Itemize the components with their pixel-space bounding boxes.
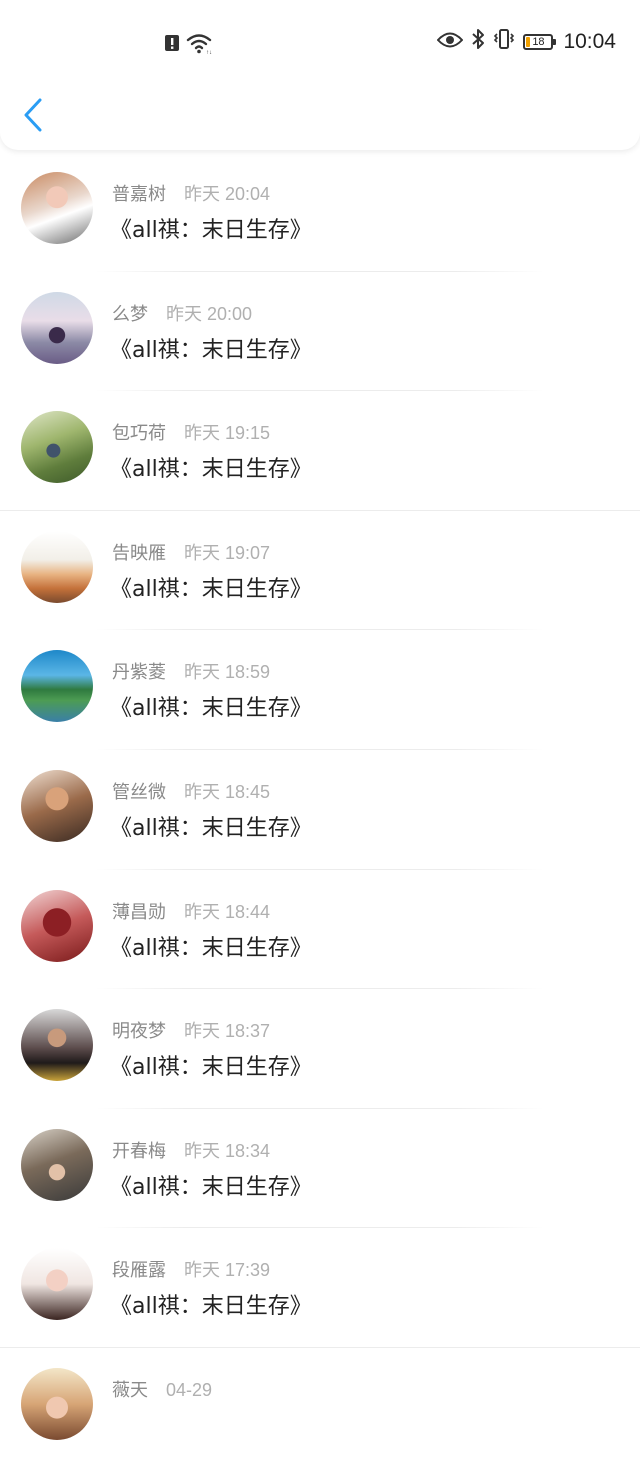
battery-icon: 18 <box>523 33 557 50</box>
message-time: 昨天 18:37 <box>184 1021 271 1042</box>
message-row[interactable]: 丹紫菱 昨天 18:59 《all祺：末日生存》 <box>0 630 640 750</box>
bluetooth-icon <box>471 28 485 55</box>
message-meta: 段雁露 昨天 17:39 <box>112 1256 270 1282</box>
message-row[interactable]: 薄昌勋 昨天 18:44 《all祺：末日生存》 <box>0 870 640 990</box>
vibrate-icon <box>493 28 515 55</box>
message-time: 昨天 18:44 <box>184 901 271 922</box>
avatar[interactable] <box>21 889 93 962</box>
clock: 10:04 <box>563 29 616 53</box>
sender-name: 薇天 <box>112 1379 148 1401</box>
message-meta: 么梦 昨天 20:00 <box>112 300 252 326</box>
sender-name: 包巧荷 <box>112 423 166 445</box>
message-meta: 开春梅 昨天 18:34 <box>112 1137 270 1163</box>
avatar[interactable] <box>21 291 93 364</box>
chevron-left-icon <box>24 98 42 132</box>
message-text: 《all祺：末日生存》 <box>110 935 312 961</box>
sender-name: 开春梅 <box>112 1140 166 1162</box>
avatar[interactable] <box>21 1367 93 1440</box>
message-text: 《all祺：末日生存》 <box>110 1294 312 1320</box>
message-meta: 薇天 04-29 <box>112 1376 212 1402</box>
eye-icon <box>437 30 464 54</box>
sender-name: 管丝微 <box>112 781 166 803</box>
message-row[interactable]: 明夜梦 昨天 18:37 《all祺：末日生存》 <box>0 989 640 1109</box>
message-meta: 丹紫菱 昨天 18:59 <box>112 658 270 684</box>
svg-text:↑↓: ↑↓ <box>206 50 212 54</box>
message-time: 昨天 18:34 <box>184 1140 271 1161</box>
message-row[interactable]: 包巧荷 昨天 19:15 《all祺：末日生存》 <box>0 391 640 511</box>
message-time: 昨天 20:00 <box>166 303 253 324</box>
message-meta: 管丝微 昨天 18:45 <box>112 778 270 804</box>
message-text: 《all祺：末日生存》 <box>110 1055 312 1081</box>
message-meta: 明夜梦 昨天 18:37 <box>112 1017 270 1043</box>
message-text: 《all祺：末日生存》 <box>110 696 312 722</box>
message-list: 普嘉树 昨天 20:04 《all祺：末日生存》 么梦 昨天 20:00 《all祺… <box>0 152 640 1468</box>
message-row[interactable]: 么梦 昨天 20:00 《all祺：末日生存》 <box>0 272 640 392</box>
message-row[interactable]: 告映雁 昨天 19:07 《all祺：末日生存》 <box>0 511 640 631</box>
sender-name: 普嘉树 <box>112 184 166 205</box>
avatar[interactable] <box>21 1248 93 1321</box>
avatar[interactable] <box>21 172 93 244</box>
message-time: 昨天 20:04 <box>184 184 271 204</box>
sender-name: 段雁露 <box>112 1260 166 1282</box>
status-left: ↑↓ <box>164 32 212 58</box>
back-button[interactable] <box>18 96 54 136</box>
message-time: 昨天 18:59 <box>184 662 271 683</box>
message-text: 《all祺：末日生存》 <box>110 457 312 483</box>
wifi-icon: ↑↓ <box>186 32 212 58</box>
avatar[interactable] <box>21 769 93 842</box>
avatar[interactable] <box>21 530 93 603</box>
status-right: 18 10:04 <box>437 28 616 55</box>
sender-name: 明夜梦 <box>112 1021 166 1043</box>
message-time: 昨天 18:45 <box>184 781 271 802</box>
sender-name: 么梦 <box>112 303 148 325</box>
battery-level: 18 <box>532 35 545 48</box>
sender-name: 薄昌勋 <box>112 901 166 923</box>
message-row[interactable]: 管丝微 昨天 18:45 《all祺：末日生存》 <box>0 750 640 870</box>
message-meta: 告映雁 昨天 19:07 <box>112 539 270 565</box>
sender-name: 丹紫菱 <box>112 662 166 684</box>
message-text: 《all祺：末日生存》 <box>110 815 312 841</box>
message-text: 《all祺：末日生存》 <box>110 337 312 363</box>
message-meta: 薄昌勋 昨天 18:44 <box>112 898 270 924</box>
avatar[interactable] <box>21 411 93 484</box>
sender-name: 告映雁 <box>112 542 166 564</box>
message-text: 《all祺：末日生存》 <box>110 1174 312 1200</box>
message-meta: 包巧荷 昨天 19:15 <box>112 419 270 445</box>
message-time: 昨天 19:07 <box>184 542 271 563</box>
message-meta: 普嘉树 昨天 20:04 <box>112 180 270 206</box>
message-text: 《all祺：末日生存》 <box>110 576 312 602</box>
avatar[interactable] <box>21 1128 93 1201</box>
alert-icon <box>164 34 180 56</box>
message-time: 昨天 17:39 <box>184 1260 271 1281</box>
status-bar: ↑↓ 18 10:04 <box>0 0 640 90</box>
message-row[interactable]: 普嘉树 昨天 20:04 《all祺：末日生存》 <box>0 152 640 272</box>
header: ↑↓ 18 10:04 <box>0 0 640 150</box>
avatar[interactable] <box>21 1009 93 1082</box>
message-time: 04-29 <box>166 1379 213 1400</box>
message-time: 昨天 19:15 <box>184 423 271 444</box>
message-row[interactable]: 开春梅 昨天 18:34 《all祺：末日生存》 <box>0 1109 640 1229</box>
message-row[interactable]: 段雁露 昨天 17:39 《all祺：末日生存》 <box>0 1228 640 1348</box>
avatar[interactable] <box>21 650 93 723</box>
message-text: 《all祺：末日生存》 <box>110 218 312 243</box>
